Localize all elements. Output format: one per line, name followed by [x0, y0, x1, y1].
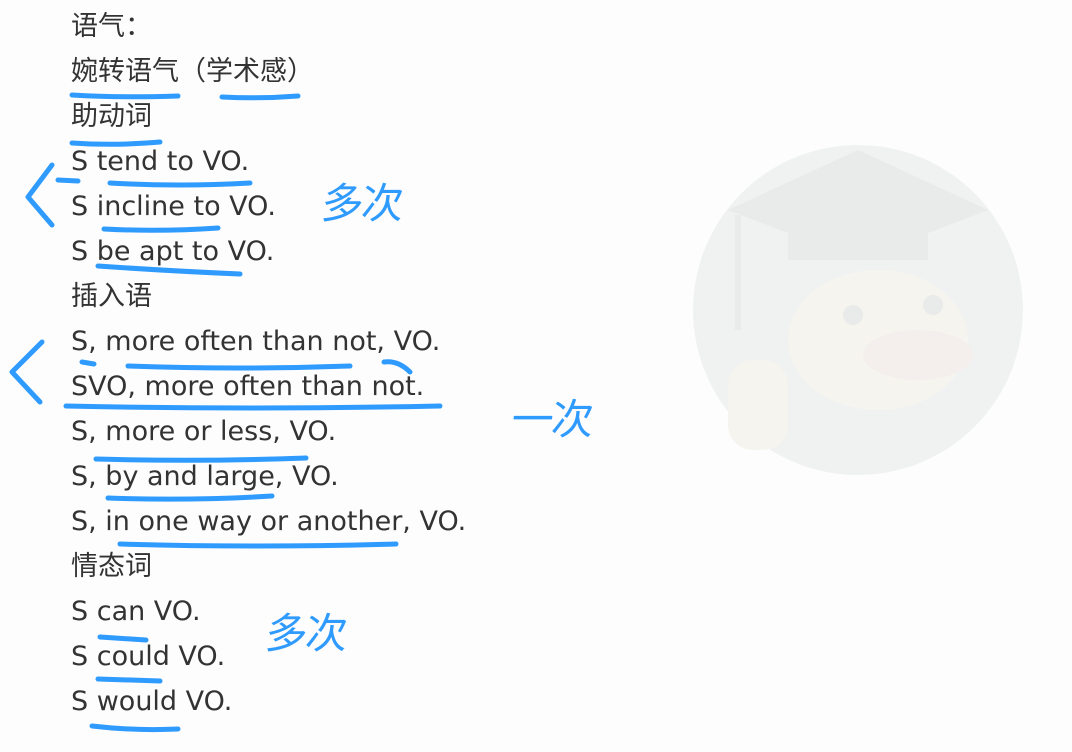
handwritten-ink-layer: [9, 92, 443, 733]
underline-by-and-large: [105, 493, 275, 502]
underline-incline-to: [101, 225, 221, 233]
underline-svo-more-often: [63, 403, 443, 411]
underline-tend-to: [107, 180, 253, 188]
bracket-insertion: [9, 339, 45, 405]
underline-polite: [69, 92, 181, 100]
dash-tend-to: [55, 177, 81, 184]
underline-more-often-mid: [125, 363, 353, 371]
underline-can: [97, 634, 149, 643]
underline-more-or-less: [93, 455, 309, 463]
tick-more-often-mid: [79, 359, 97, 367]
underline-auxiliary: [69, 139, 163, 147]
underline-be-apt-to: [95, 263, 243, 277]
bracket-auxiliary: [25, 162, 55, 228]
underline-in-one-way: [117, 541, 399, 549]
underline-academic: [219, 93, 301, 101]
underline-could: [95, 676, 163, 684]
tick-after-not: [381, 359, 413, 375]
underline-would: [89, 723, 181, 733]
